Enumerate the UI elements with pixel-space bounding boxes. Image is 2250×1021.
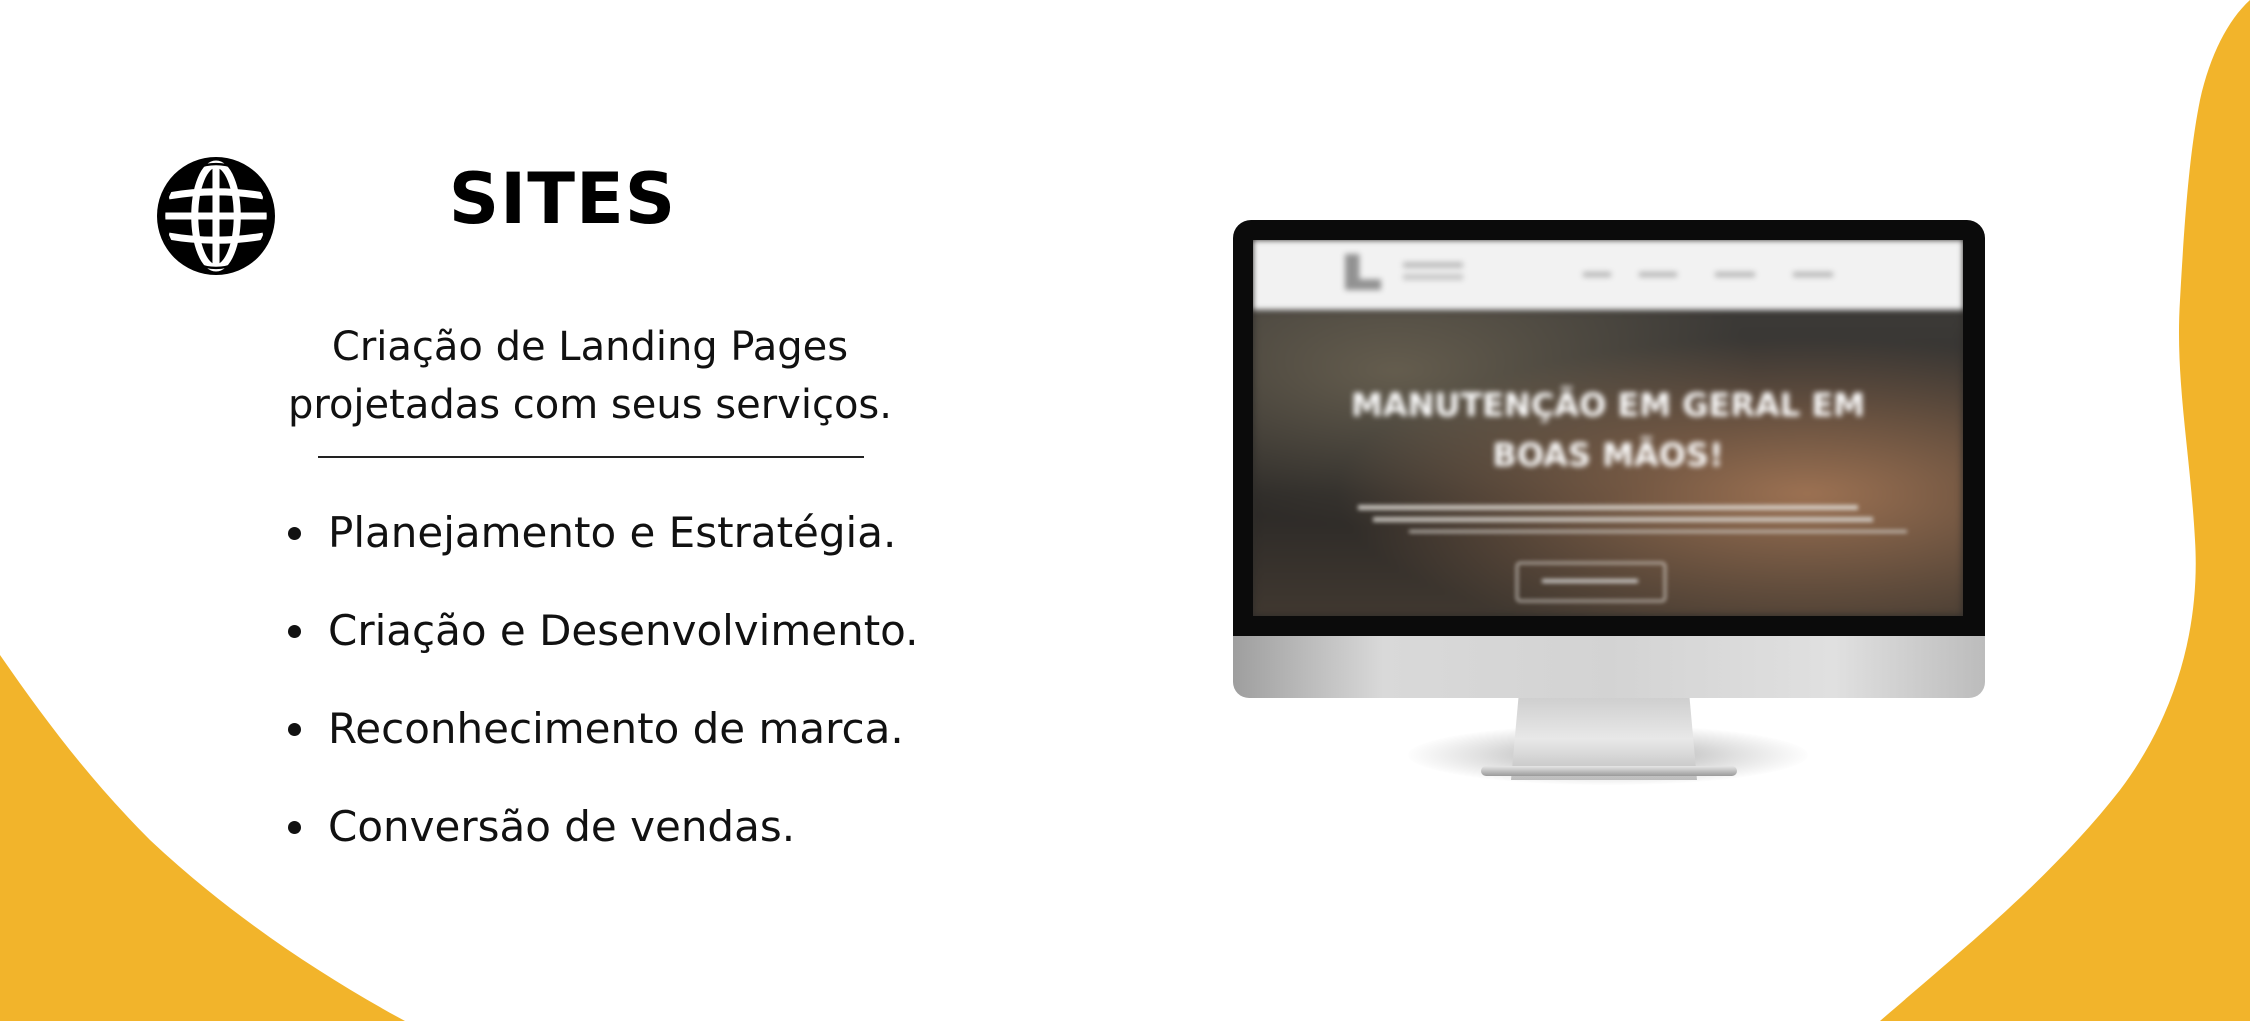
feature-item: Planejamento e Estratégia. (280, 500, 918, 598)
intro-text: Criação de Landing Pages projetadas com … (240, 318, 940, 434)
mockup-nav-link (1793, 272, 1833, 277)
mockup-site-logo-text (1403, 262, 1463, 268)
page-title: SITES (448, 158, 677, 240)
feature-item: Reconhecimento de marca. (280, 696, 918, 794)
mockup-hero-subtitle (1358, 505, 1858, 510)
mockup-nav-link (1583, 272, 1611, 277)
features-list: Planejamento e Estratégia. Criação e Des… (280, 500, 918, 892)
feature-item: Criação e Desenvolvimento. (280, 598, 918, 696)
monitor-bezel: MANUTENÇÃO EM GERAL EM BOAS MÃOS! (1233, 220, 1985, 636)
mockup-site-navbar (1253, 240, 1963, 310)
mockup-hero-title: MANUTENÇÃO EM GERAL EM BOAS MÃOS! (1253, 380, 1963, 480)
monitor-chin (1233, 636, 1985, 698)
intro-line-2: projetadas com seus serviços. (287, 382, 892, 428)
mockup-nav-link (1639, 272, 1677, 277)
page: SITES Criação de Landing Pages projetada… (0, 0, 2250, 1021)
mockup-hero-title-line-2: BOAS MÃOS! (1492, 436, 1724, 474)
monitor-screen: MANUTENÇÃO EM GERAL EM BOAS MÃOS! (1253, 240, 1963, 616)
mockup-nav-link (1715, 272, 1755, 277)
feature-item: Conversão de vendas. (280, 794, 918, 892)
globe-icon (157, 157, 275, 275)
monitor-mockup: MANUTENÇÃO EM GERAL EM BOAS MÃOS! (1233, 220, 1985, 785)
divider (318, 456, 864, 458)
mockup-site-logo (1345, 254, 1381, 290)
monitor-stand-base (1481, 766, 1737, 776)
mockup-hero-button (1516, 562, 1666, 602)
mockup-hero-title-line-1: MANUTENÇÃO EM GERAL EM (1350, 386, 1866, 424)
intro-line-1: Criação de Landing Pages (331, 324, 849, 370)
